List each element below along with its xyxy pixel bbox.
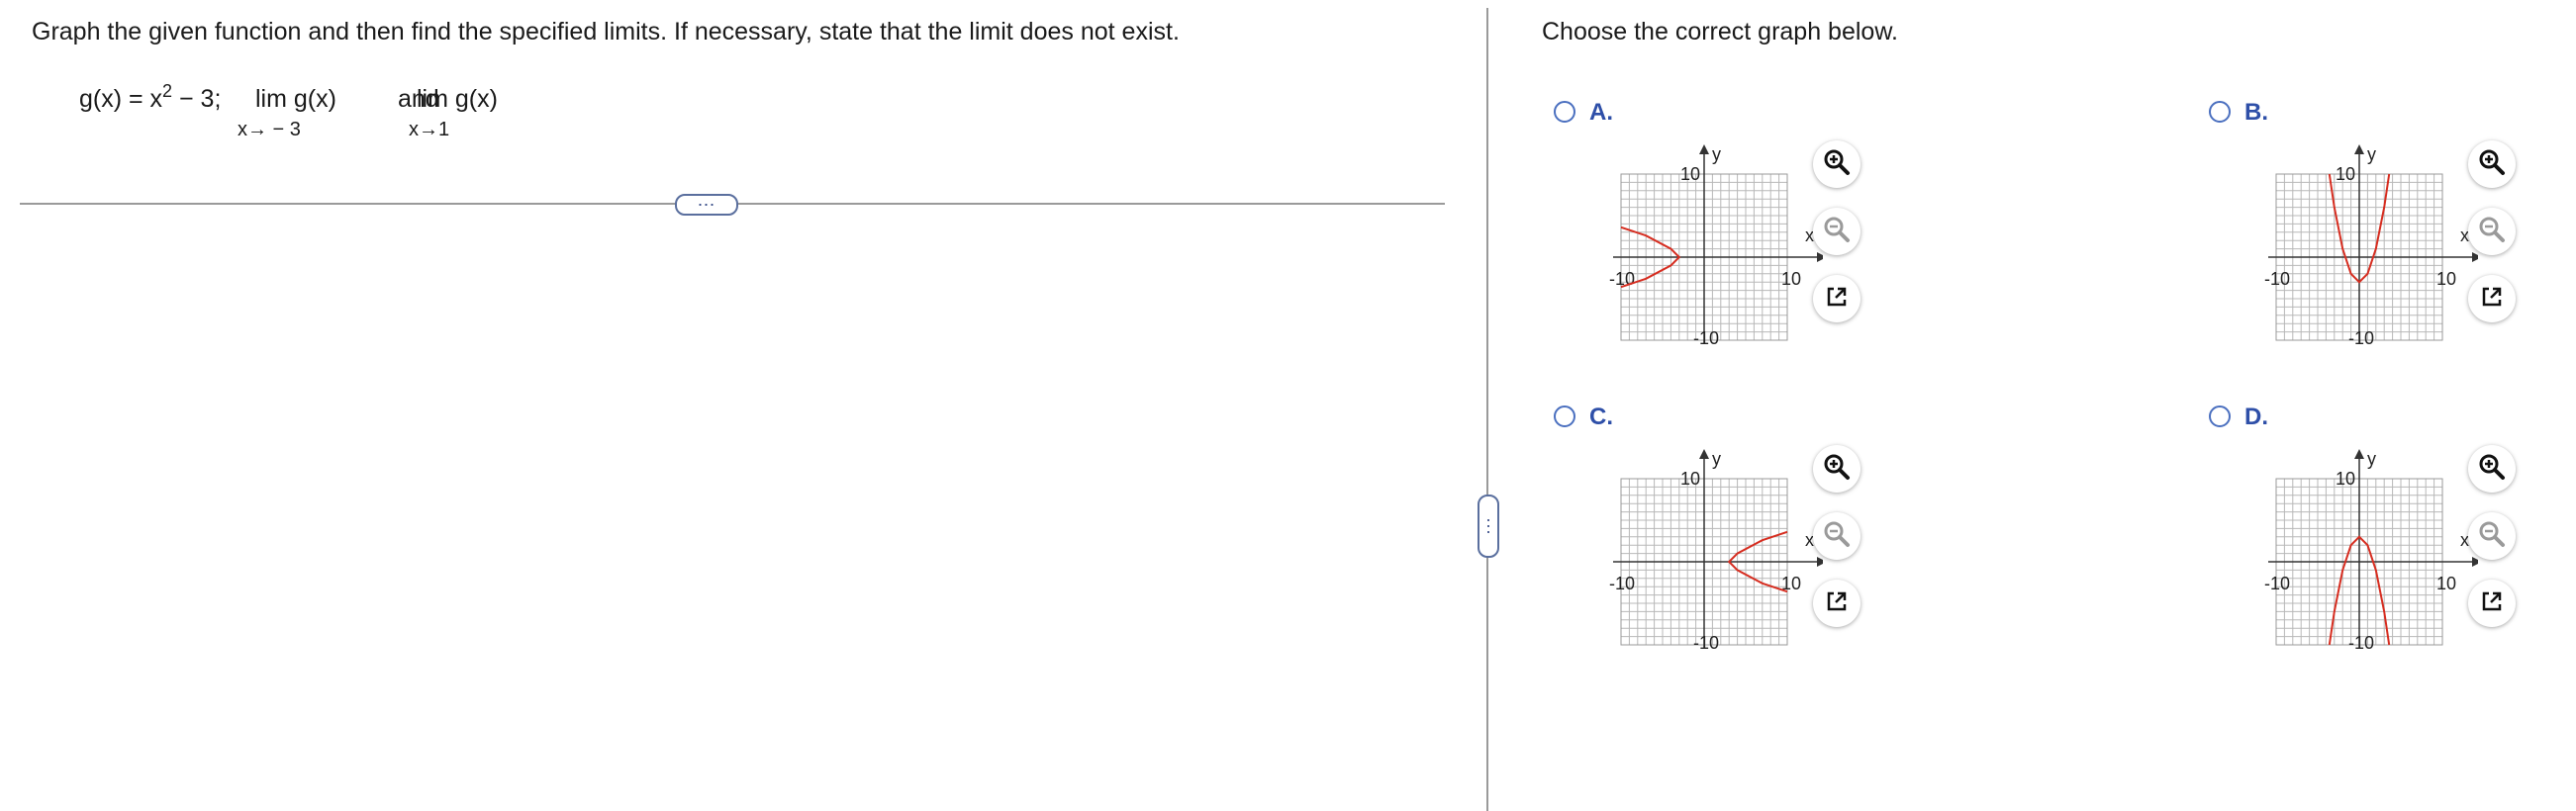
y-max-tick-label: 10 — [2336, 469, 2355, 489]
x-min-tick-label: -10 — [2264, 269, 2290, 289]
popout-icon — [2477, 586, 2507, 621]
limit-2: lim g(x) — [417, 85, 498, 113]
popout-icon — [1822, 282, 1852, 316]
option-a-graph: yx10-10-10 10 — [1609, 144, 1823, 348]
option-c-zoom-in-button[interactable] — [1813, 445, 1860, 493]
option-d[interactable]: D. y x 10 -10 -10 10 — [2209, 404, 2576, 702]
function-base: g(x) = x — [79, 85, 163, 113]
option-b-zoom-in-button[interactable] — [2468, 140, 2516, 188]
x-min-tick-label: -10 — [2264, 574, 2290, 593]
function-expression: g(x) = x2 − 3; — [79, 81, 222, 114]
option-a-radio[interactable] — [1554, 101, 1575, 123]
zoom-out-icon — [2477, 215, 2507, 249]
function-tail: − 3; — [172, 85, 222, 113]
option-b-zoom-out-button[interactable] — [2468, 208, 2516, 255]
option-d-zoom-in-button[interactable] — [2468, 445, 2516, 493]
x-axis-arrow — [2472, 252, 2478, 262]
x-axis-arrow — [1817, 557, 1823, 567]
exponent: 2 — [162, 81, 173, 101]
option-c-letter: C. — [1589, 404, 1613, 430]
answer-pane: Choose the correct graph below. A. y x 10-… — [1490, 0, 2576, 811]
y-axis-arrow — [1699, 144, 1709, 154]
y-min-tick-label: -10 — [2348, 633, 2374, 653]
option-d-graph: yx10-10-10 10 — [2264, 449, 2478, 653]
answer-prompt: Choose the correct graph below. — [1542, 18, 1898, 45]
y-min-tick-label: -10 — [1693, 328, 1719, 348]
option-c-graph: yx10-10-10 10 — [1609, 449, 1823, 653]
option-c[interactable]: C. y x 10 -10 -10 10 — [1554, 404, 1969, 702]
limit-2-subscript: x→1 — [409, 119, 450, 140]
y-min-tick-label: -10 — [1693, 633, 1719, 653]
y-axis-label: y — [1712, 449, 1721, 469]
option-a-letter: A. — [1589, 99, 1613, 126]
option-a-zoom-in-button[interactable] — [1813, 140, 1860, 188]
option-b[interactable]: B. y x 10 -10 -10 10 — [2209, 99, 2576, 398]
y-max-tick-label: 10 — [1680, 469, 1700, 489]
instruction-text: Graph the given function and then find t… — [32, 18, 1180, 45]
y-axis-label: y — [2367, 449, 2376, 469]
expand-question-button[interactable]: ⋯ — [675, 194, 738, 216]
question-pane: Graph the given function and then find t… — [0, 0, 1484, 811]
x-max-tick-label: 10 — [2436, 574, 2456, 593]
x-axis-arrow — [1817, 252, 1823, 262]
option-a-zoom-out-button[interactable] — [1813, 208, 1860, 255]
option-a[interactable]: A. y x 10 -10 -10 10 — [1554, 99, 1969, 398]
option-d-letter: D. — [2244, 404, 2268, 430]
zoom-out-icon — [1822, 519, 1852, 554]
zoom-in-icon — [1822, 147, 1852, 182]
y-min-tick-label: -10 — [2348, 328, 2374, 348]
y-axis-arrow — [2354, 449, 2364, 459]
popout-icon — [1822, 586, 1852, 621]
option-b-popout-button[interactable] — [2468, 275, 2516, 322]
option-a-popout-button[interactable] — [1813, 275, 1860, 322]
y-axis-arrow — [1699, 449, 1709, 459]
limit-1-subscript: x→ − 3 — [238, 119, 301, 140]
option-c-popout-button[interactable] — [1813, 580, 1860, 627]
zoom-in-icon — [2477, 147, 2507, 182]
option-d-popout-button[interactable] — [2468, 580, 2516, 627]
zoom-in-icon — [1822, 452, 1852, 487]
limit-1: lim g(x) — [255, 85, 336, 113]
zoom-out-icon — [2477, 519, 2507, 554]
popout-icon — [2477, 282, 2507, 316]
y-axis-label: y — [2367, 144, 2376, 164]
vertical-divider — [1486, 8, 1488, 811]
x-max-tick-label: 10 — [1781, 269, 1801, 289]
option-b-letter: B. — [2244, 99, 2268, 126]
x-min-tick-label: -10 — [1609, 574, 1635, 593]
y-max-tick-label: 10 — [1680, 164, 1700, 184]
option-c-zoom-out-button[interactable] — [1813, 512, 1860, 560]
option-d-radio[interactable] — [2209, 406, 2231, 427]
option-b-graph: yx10-10-10 10 — [2264, 144, 2478, 348]
zoom-in-icon — [2477, 452, 2507, 487]
option-d-zoom-out-button[interactable] — [2468, 512, 2516, 560]
y-max-tick-label: 10 — [2336, 164, 2355, 184]
y-axis-arrow — [2354, 144, 2364, 154]
problem-statement: g(x) = x2 − 3; lim g(x) x→ − 3 and lim g… — [79, 79, 574, 158]
zoom-out-icon — [1822, 215, 1852, 249]
y-axis-label: y — [1712, 144, 1721, 164]
x-max-tick-label: 10 — [2436, 269, 2456, 289]
option-c-radio[interactable] — [1554, 406, 1575, 427]
x-axis-arrow — [2472, 557, 2478, 567]
option-b-radio[interactable] — [2209, 101, 2231, 123]
